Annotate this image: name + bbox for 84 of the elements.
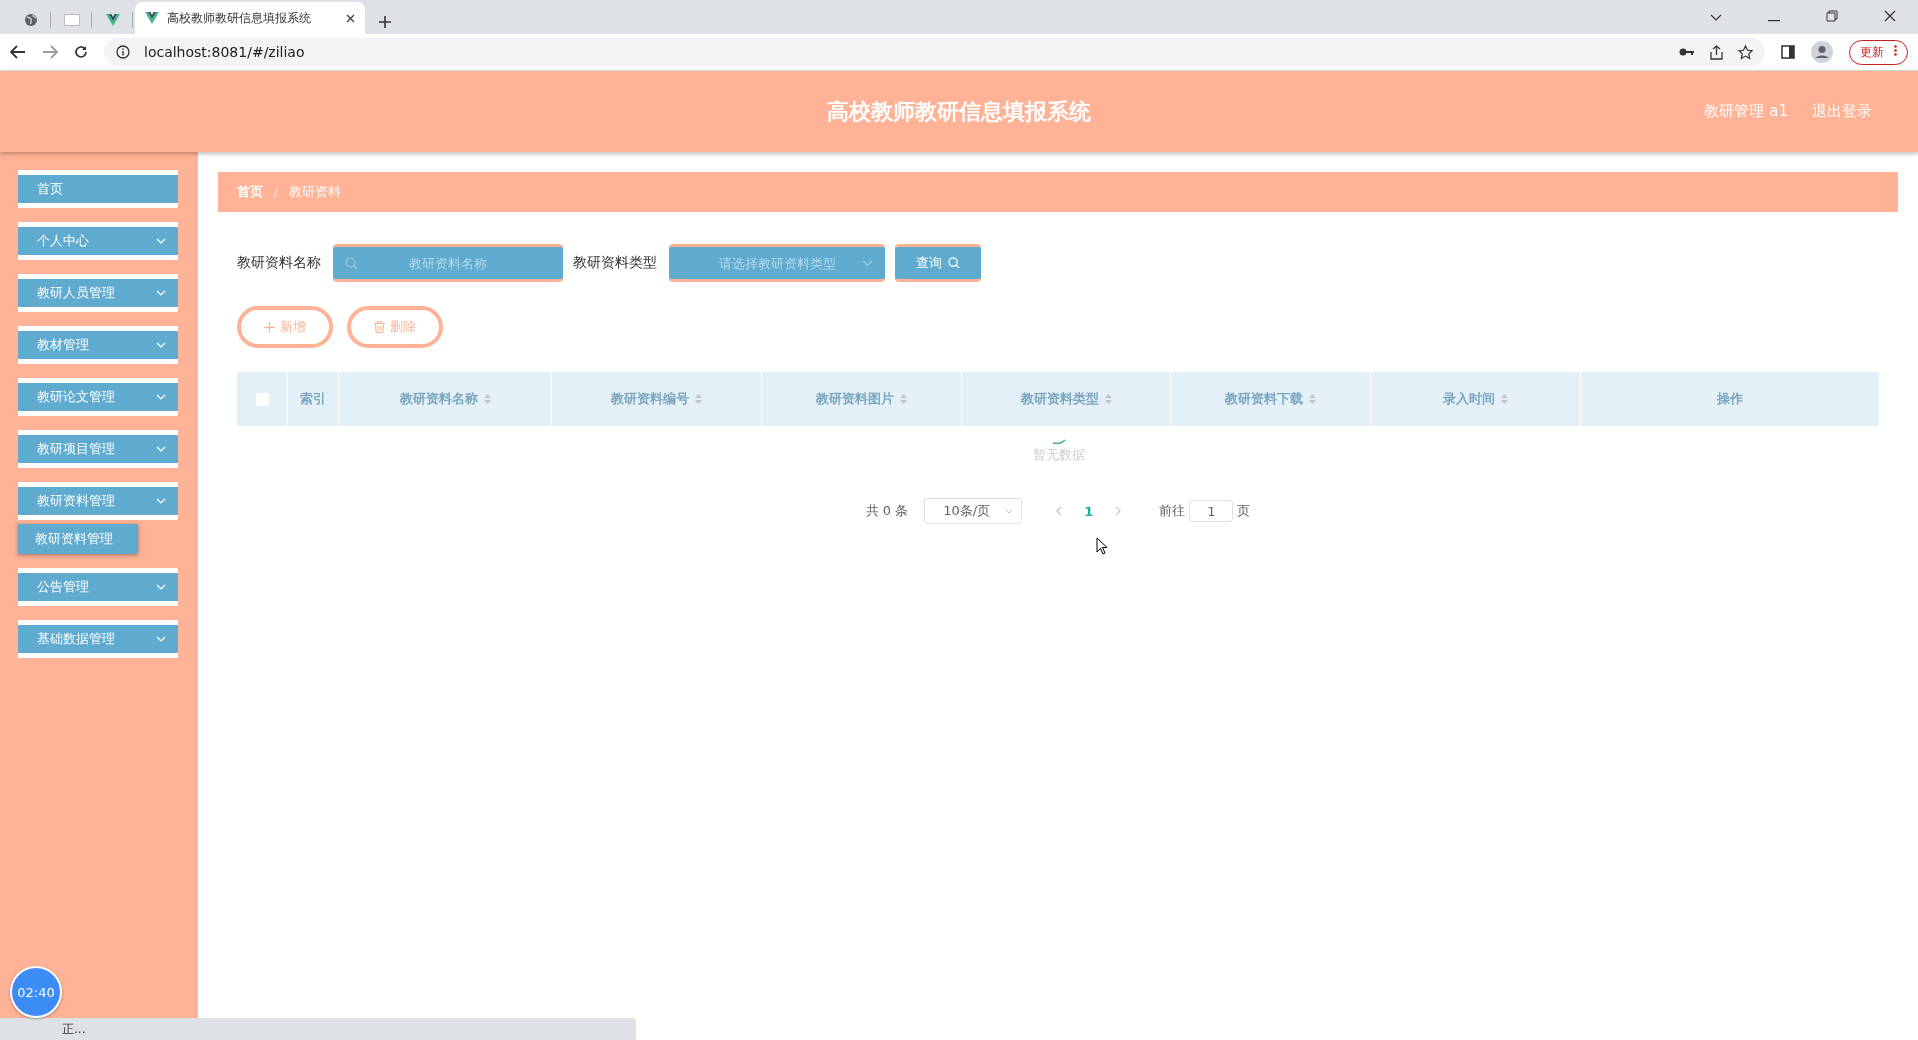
field-label: 教研资料名称 (237, 254, 321, 272)
site-title: 高校教师教研信息填报系统 (827, 97, 1091, 126)
plus-icon (264, 321, 275, 333)
loading-spinner-icon (1051, 438, 1066, 444)
chevron-down-icon (156, 394, 166, 400)
v-logo-icon (145, 12, 159, 24)
user-name: 教研管理 a1 (1704, 102, 1788, 121)
column-header[interactable]: 教研资料名称 (338, 372, 553, 426)
page-input[interactable]: 1 (1189, 500, 1234, 522)
close-icon[interactable] (1884, 10, 1896, 22)
logout-link[interactable]: 退出登录 (1812, 102, 1872, 121)
trash-icon (374, 321, 385, 333)
more-icon (1894, 44, 1897, 56)
menu-item[interactable]: 公告管理 (18, 568, 178, 606)
chevron-down-icon (156, 498, 166, 504)
column-header[interactable]: 索引 (288, 372, 339, 426)
page-suffix: 页 (1237, 502, 1251, 520)
sort-icon (899, 394, 907, 404)
profile-icon[interactable] (1811, 41, 1834, 63)
separator-icon (273, 186, 279, 198)
column-header[interactable]: 教研资料下载 (1171, 372, 1372, 426)
column-header[interactable]: 录入时间 (1371, 372, 1581, 426)
chevron-down-icon (156, 446, 166, 452)
sort-icon (695, 394, 703, 404)
total-count: 共 0 条 (865, 502, 909, 520)
status-text: 正... (62, 1020, 86, 1038)
chevron-down-icon (156, 290, 166, 296)
menu-item[interactable]: 教研资料管理 (18, 482, 178, 520)
browser-tab[interactable]: 高校教师教研信息填报系统 (135, 2, 365, 34)
menu-item[interactable]: 教研项目管理 (18, 430, 178, 468)
side-panel-icon[interactable] (1781, 45, 1796, 59)
restore-icon[interactable] (1826, 10, 1838, 22)
v-logo-icon (106, 14, 120, 26)
forward-icon[interactable] (42, 45, 58, 59)
delete-button[interactable]: 删除 (347, 306, 443, 348)
page-size-select[interactable]: 10条/页 (924, 498, 1023, 524)
page-icon (64, 14, 80, 26)
type-select[interactable]: 请选择教研资料类型 (669, 244, 885, 282)
close-icon[interactable] (346, 13, 355, 23)
address-field[interactable]: localhost:8081/#/ziliao (104, 38, 1766, 66)
query-button[interactable]: 查询 (895, 244, 981, 282)
submenu-item[interactable]: 教研资料管理 (18, 524, 138, 554)
back-icon[interactable] (10, 45, 26, 59)
add-button[interactable]: 新增 (237, 306, 333, 348)
mouse-cursor-icon (1096, 537, 1108, 555)
menu-item[interactable]: 教材管理 (18, 326, 178, 364)
breadcrumb-item[interactable]: 首页 (237, 183, 263, 201)
search-icon (948, 257, 960, 269)
chevron-down-icon (156, 238, 166, 244)
menu-item[interactable]: 教研论文管理 (18, 378, 178, 416)
column-header[interactable]: 教研资料编号 (552, 372, 763, 426)
column-header[interactable]: 操作 (1580, 372, 1881, 426)
breadcrumb-item[interactable]: 教研资料 (289, 183, 341, 201)
checkbox[interactable] (255, 392, 269, 406)
plus-icon[interactable] (379, 16, 391, 28)
menu-item[interactable]: 个人中心 (18, 222, 178, 260)
star-icon[interactable] (1738, 44, 1754, 60)
sort-icon (1501, 394, 1509, 404)
update-button[interactable]: 更新 (1849, 39, 1908, 65)
reload-icon[interactable] (74, 45, 88, 59)
key-icon[interactable] (1679, 47, 1696, 57)
column-header[interactable]: 教研资料图片 (762, 372, 962, 426)
sort-icon (1309, 394, 1317, 404)
column-header[interactable]: 教研资料类型 (961, 372, 1172, 426)
search-field[interactable]: 教研资料名称 (333, 244, 563, 282)
sort-icon (483, 394, 491, 404)
menu-item[interactable]: 教研人员管理 (18, 274, 178, 312)
menu-item[interactable]: 基础数据管理 (18, 620, 178, 658)
sort-icon (1104, 394, 1112, 404)
chevron-down-icon[interactable] (1710, 14, 1722, 22)
search-icon (345, 257, 358, 270)
chevron-down-icon (156, 584, 166, 590)
chevron-down-icon (156, 342, 166, 348)
chevron-down-icon (862, 260, 873, 267)
page-number[interactable]: 1 (1084, 503, 1094, 519)
share-icon[interactable] (1709, 44, 1725, 60)
goto-label: 前往 (1159, 502, 1186, 520)
chevron-down-icon (156, 636, 166, 642)
info-icon (116, 45, 130, 59)
minimize-icon[interactable] (1768, 20, 1780, 22)
globe-icon (24, 13, 38, 27)
chevron-down-icon (1005, 508, 1014, 514)
field-label: 教研资料类型 (573, 254, 657, 272)
menu-item[interactable]: 首页 (18, 170, 178, 208)
